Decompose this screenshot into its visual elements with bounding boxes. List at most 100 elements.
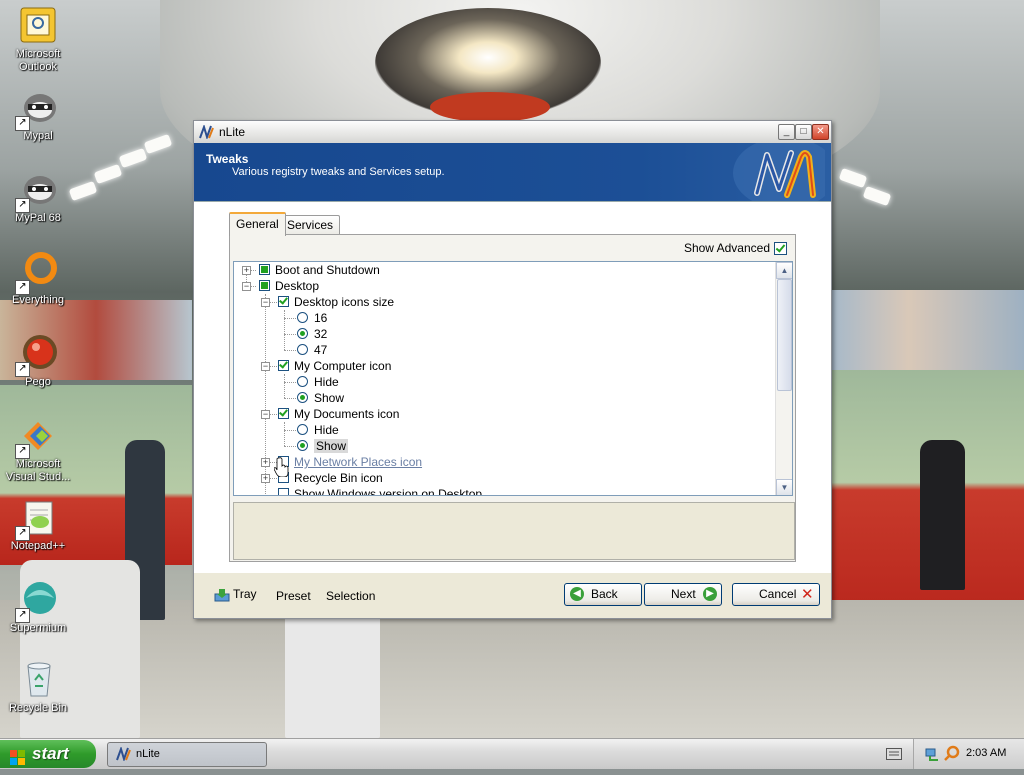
title-bar[interactable]: nLite _ □ ✕ [194,121,831,144]
radio-icon[interactable] [297,376,308,387]
radio-option-show[interactable]: Show [297,390,344,406]
wizard-footer: Tray Preset Selection ◀ Back Next ▶ Canc… [194,573,831,618]
selection-button[interactable]: Selection [326,589,375,603]
close-button[interactable]: ✕ [812,124,829,140]
desktop-icon-mypal[interactable]: ↗ Mypal [0,88,76,143]
everything-icon: ↗ [15,252,58,295]
radio-selected-icon[interactable] [297,328,308,339]
radio-icon[interactable] [297,312,308,323]
tweaks-tree[interactable]: + Boot and Shutdown − Desktop − Desktop … [233,261,793,496]
checkbox-partial-icon[interactable] [259,280,270,291]
desktop-icon-outlook[interactable]: Microsoft Outlook [0,6,76,74]
tree-item-my-documents-icon[interactable]: My Documents icon [278,406,399,422]
maximize-button[interactable]: □ [795,124,812,140]
radio-selected-icon[interactable] [297,440,308,451]
network-icon[interactable] [924,746,940,765]
tray-icon [214,588,230,602]
tree-item-label: Desktop icons size [294,295,395,309]
tree-item-label: Recycle Bin icon [294,471,383,485]
wizard-header: Tweaks Various registry tweaks and Servi… [194,137,837,209]
nlite-logo-icon [729,137,837,209]
start-button[interactable]: start [0,740,96,768]
taskbar-item-nlite[interactable]: nLite [107,742,267,767]
expand-icon[interactable]: + [261,474,270,483]
back-button[interactable]: ◀ Back [564,583,642,606]
windows-logo-icon [10,747,25,765]
tree-item-label: Show [314,439,349,453]
collapse-icon[interactable]: − [261,362,270,371]
desktop-icon-everything[interactable]: ↗ Everything [0,252,76,307]
tree-item-recycle-bin-icon[interactable]: Recycle Bin icon [278,470,383,486]
description-box [233,502,795,560]
minimize-button[interactable]: _ [778,124,795,140]
desktop-icon-recycle-bin[interactable]: Recycle Bin [0,660,76,715]
checkbox-checked-icon[interactable] [278,408,289,419]
tree-item-label: Desktop [275,279,320,293]
nlite-app-icon [116,745,132,770]
checkbox-checked-icon[interactable] [278,360,289,371]
tree-item-my-computer-icon[interactable]: My Computer icon [278,358,391,374]
radio-option-hide[interactable]: Hide [297,422,339,438]
tree-item-label: My Documents icon [294,407,400,421]
window-title: nLite [219,125,246,139]
collapse-icon[interactable]: − [242,282,251,291]
tray-button[interactable]: Tray [214,587,257,602]
preset-button[interactable]: Preset [276,589,311,603]
search-icon[interactable] [944,745,960,764]
nlite-app-icon [199,123,215,141]
expand-icon[interactable]: + [242,266,251,275]
radio-option-47[interactable]: 47 [297,342,327,358]
desktop-icon-visual-studio[interactable]: ↗ Microsoft Visual Stud... [0,416,76,484]
desktop-icon-mypal68[interactable]: ↗ MyPal 68 [0,170,76,225]
collapse-icon[interactable]: − [261,410,270,419]
clock[interactable]: 2:03 AM [966,747,1006,759]
tree-item-boot-shutdown[interactable]: Boot and Shutdown [259,262,380,278]
keyboard-icon[interactable] [886,748,902,763]
desktop-icon-pego[interactable]: ↗ Pego [0,334,76,389]
scroll-thumb[interactable] [777,279,792,391]
taskbar: start nLite 2:03 AM [0,738,1024,769]
hand-cursor-icon [273,457,290,480]
radio-icon[interactable] [297,344,308,355]
tree-item-show-windows-version[interactable]: Show Windows version on Desktop [278,486,482,495]
scroll-up-icon[interactable]: ▲ [776,262,792,279]
pego-icon: ↗ [15,334,58,377]
checkbox-partial-icon[interactable] [259,264,270,275]
radio-option-hide[interactable]: Hide [297,374,339,390]
radio-option-16[interactable]: 16 [297,310,327,326]
collapse-icon[interactable]: − [261,298,270,307]
checkbox-checked-icon[interactable] [774,242,787,256]
checkbox-checked-icon[interactable] [278,296,289,307]
recycle-bin-icon [18,660,58,700]
next-button[interactable]: Next ▶ [644,583,722,606]
desktop-icon-notepadpp[interactable]: ↗ Notepad++ [0,498,76,553]
header-subtitle: Various registry tweaks and Services set… [232,166,445,178]
cancel-button[interactable]: Cancel ✕ [732,583,820,606]
nlite-window: nLite _ □ ✕ Tweaks Various registry twea… [193,120,837,619]
radio-selected-icon[interactable] [297,392,308,403]
radio-icon[interactable] [297,424,308,435]
mypal-icon: ↗ [15,170,58,213]
tree-item-desktop-icons-size[interactable]: Desktop icons size [278,294,394,310]
radio-option-show-selected[interactable]: Show [297,438,349,454]
desktop-icon-label: Supermium [9,622,67,634]
scroll-down-icon[interactable]: ▼ [776,479,792,495]
tree-item-desktop[interactable]: Desktop [259,278,319,294]
tray-label: Tray [233,587,257,601]
tree-scrollbar[interactable]: ▲ ▼ [775,262,792,495]
tree-item-label: My Network Places icon [294,455,423,469]
show-advanced-checkbox[interactable]: Show Advanced [684,241,787,256]
checkbox-icon[interactable] [278,488,289,495]
tree-item-label: 47 [314,343,328,357]
tab-general[interactable]: General [229,212,286,236]
expand-icon[interactable]: + [261,458,270,467]
tab-services[interactable]: Services [280,215,341,234]
desktop-icon-label: Recycle Bin [8,702,68,714]
desktop-icon-supermium[interactable]: ↗ Supermium [0,580,76,635]
radio-option-32[interactable]: 32 [297,326,327,342]
tree-item-label: 32 [314,327,328,341]
next-label: Next [671,587,696,601]
start-label: start [32,744,69,763]
tree-item-my-network-places-icon[interactable]: My Network Places icon [278,454,422,470]
tree-item-label: Hide [314,375,339,389]
